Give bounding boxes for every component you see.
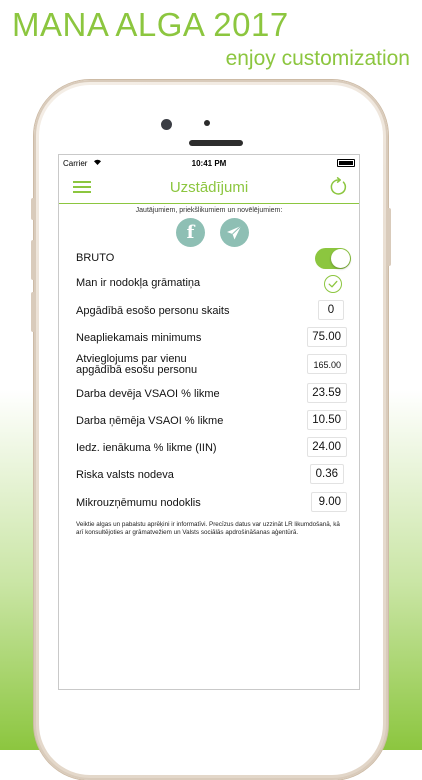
app-screen: Carrier 10:41 PM Uzstādījumi Jautājumiem…: [58, 154, 360, 690]
bruto-toggle[interactable]: [315, 248, 351, 269]
checkmark-icon[interactable]: [324, 275, 342, 293]
refresh-icon[interactable]: [329, 177, 349, 197]
tax-free-minimum-label: Neapliekamais minimums: [76, 332, 202, 344]
bruto-label: BRUTO: [76, 252, 115, 264]
dependent-relief-label-line2: apgādībā esošu personu: [76, 364, 198, 376]
employer-vsaoi-label: Darba devēja VSAOI % likme: [76, 388, 220, 400]
front-camera: [161, 119, 172, 130]
volume-down-button: [31, 292, 35, 332]
dependent-relief-field[interactable]: 165.00: [307, 354, 347, 374]
risk-duty-label: Riska valsts nodeva: [76, 469, 174, 481]
earpiece-speaker: [189, 140, 243, 146]
facebook-button[interactable]: f: [176, 218, 205, 247]
risk-duty-field[interactable]: 0.36: [310, 464, 344, 484]
paper-plane-icon: [227, 225, 242, 240]
power-button: [387, 208, 391, 266]
employer-vsaoi-field[interactable]: 23.59: [307, 383, 347, 403]
toggle-knob: [331, 249, 350, 268]
tax-free-minimum-field[interactable]: 75.00: [307, 327, 347, 347]
battery-icon: [337, 159, 355, 167]
income-tax-rate-field[interactable]: 24.00: [307, 437, 347, 457]
micro-enterprise-tax-label: Mikrouzņēmumu nodoklis: [76, 497, 201, 509]
employee-vsaoi-label: Darba ņēmēja VSAOI % likme: [76, 415, 224, 427]
dependents-count-field[interactable]: 0: [318, 300, 344, 320]
mute-switch: [31, 198, 35, 220]
nav-bar: Uzstādījumi: [59, 172, 359, 204]
income-tax-rate-label: Iedz. ienākuma % likme (IIN): [76, 442, 217, 454]
promo-subtitle: enjoy customization: [225, 47, 410, 70]
promo-title: MANA ALGA 2017: [12, 6, 289, 43]
employee-vsaoi-field[interactable]: 10.50: [307, 410, 347, 430]
tax-book-label: Man ir nodokļa grāmatiņa: [76, 277, 201, 289]
page-title: Uzstādījumi: [169, 179, 249, 196]
disclaimer-text: Veiktie algas un pabalstu aprēķini ir in…: [76, 521, 340, 536]
feedback-hint: Jautājumiem, priekšlikumiem un novēlējum…: [135, 207, 283, 214]
dependents-count-label: Apgādībā esošo personu skaits: [76, 305, 230, 317]
send-message-button[interactable]: [220, 218, 249, 247]
status-bar: Carrier 10:41 PM: [59, 155, 359, 172]
proximity-sensor: [204, 120, 210, 126]
status-time: 10:41 PM: [191, 159, 227, 168]
facebook-icon: f: [186, 222, 195, 243]
volume-up-button: [31, 240, 35, 280]
micro-enterprise-tax-field[interactable]: 9.00: [311, 492, 347, 512]
